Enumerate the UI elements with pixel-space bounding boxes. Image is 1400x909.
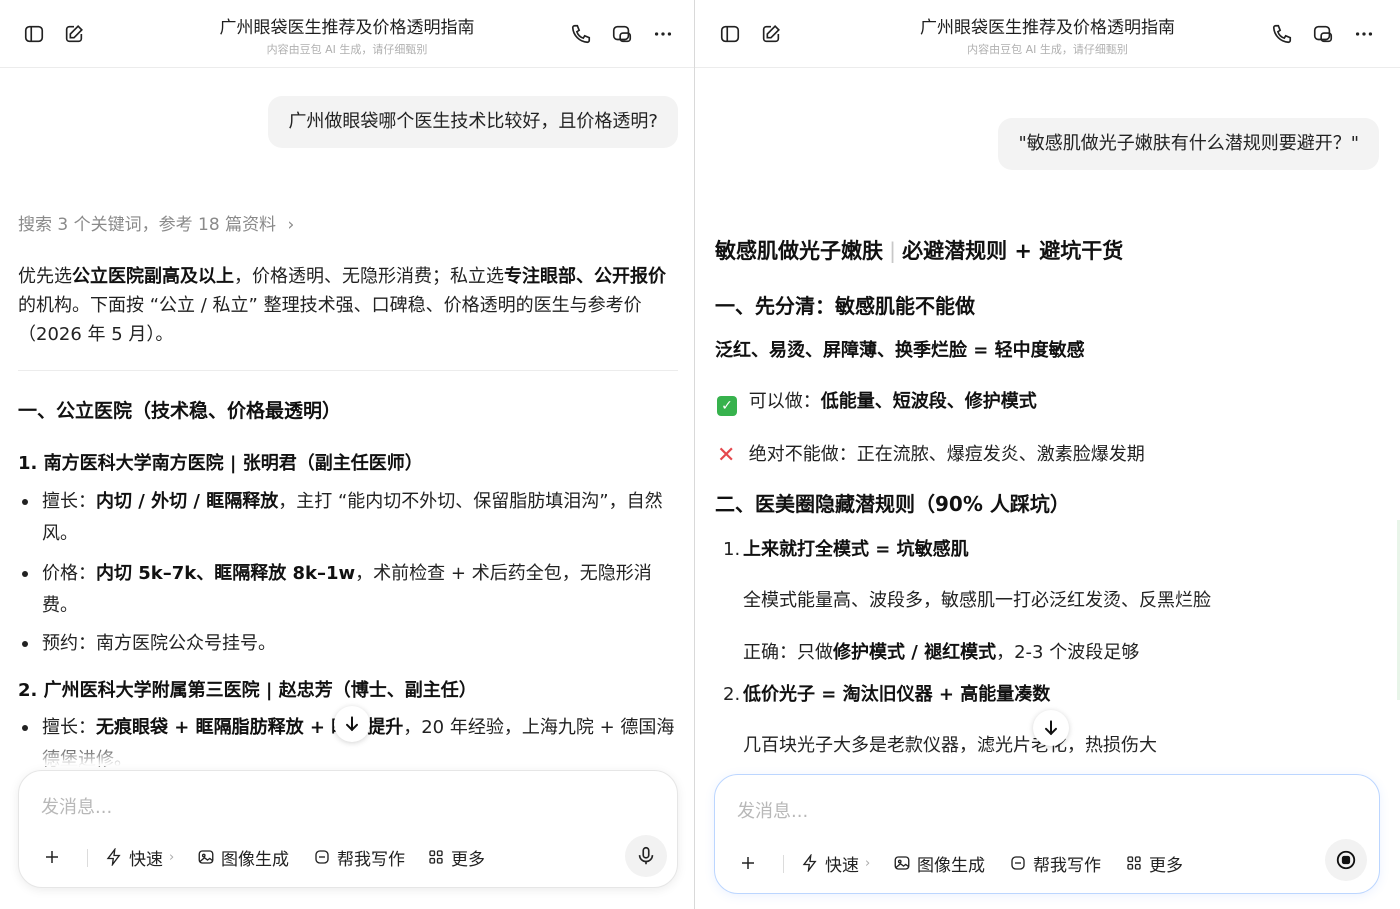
content-fade: [0, 742, 694, 766]
message-composer: 发消息... 快速 › 图像生成 帮我写作 更多: [18, 770, 678, 888]
phone-icon[interactable]: [1270, 22, 1294, 46]
page-title: 广州眼袋医生推荐及价格透明指南: [920, 18, 1175, 38]
doctor-heading: 2. 广州医科大学附属第三医院 | 赵忠芳（博士、副主任）: [18, 680, 477, 701]
image-generation-button[interactable]: 图像生成: [197, 843, 289, 871]
writing-assist-button[interactable]: 帮我写作: [1009, 849, 1101, 877]
microphone-icon: [638, 846, 654, 865]
plus-icon: [742, 857, 754, 869]
more-tools-button[interactable]: 更多: [427, 843, 485, 871]
top-bar: 广州眼袋医生推荐及价格透明指南 内容由豆包 AI 生成，请仔细甄别: [0, 0, 694, 68]
top-bar: 广州眼袋医生推荐及价格透明指南 内容由豆包 AI 生成，请仔细甄别: [695, 0, 1400, 68]
search-meta-text: 搜索 3 个关键词，参考 18 篇资料: [18, 215, 277, 235]
share-window-icon[interactable]: [1311, 22, 1335, 46]
list-item: 擅长：内切 / 外切 / 眶隔释放，主打 “能内切不外切、保留脂肪填泪沟”，自然…: [18, 486, 678, 550]
fast-mode-button[interactable]: 快速 ›: [801, 849, 870, 877]
lightning-icon: [106, 848, 121, 866]
separator: [783, 855, 784, 873]
lightning-icon: [802, 854, 817, 872]
right-chat-pane: 广州眼袋医生推荐及价格透明指南 内容由豆包 AI 生成，请仔细甄别 "敏感肌做光…: [695, 0, 1400, 909]
scroll-down-button[interactable]: [334, 706, 370, 742]
rule-heading: 1. 上来就打全模式 = 坑敏感肌: [723, 539, 969, 560]
can-do-line: ✓ 可以做：低能量、短波段、修护模式: [717, 386, 1037, 417]
rule-detail: 全模式能量高、波段多，敏感肌一打必泛红发烫、反黑烂脸: [743, 590, 1211, 611]
content-fade: [695, 750, 1400, 774]
user-message: "敏感肌做光子嫩肤有什么潜规则要避开？": [998, 118, 1379, 170]
writing-assist-button[interactable]: 帮我写作: [313, 843, 405, 871]
stop-icon: [1336, 850, 1356, 870]
plus-icon: [46, 851, 58, 863]
document-icon: [315, 850, 329, 864]
answer-intro: 优先选公立医院副高及以上，价格透明、无隐形消费；私立选专注眼部、公开报价的机构。…: [18, 266, 666, 345]
search-meta[interactable]: 搜索 3 个关键词，参考 18 篇资料 ›: [18, 210, 294, 235]
chevron-right-icon: ›: [287, 215, 295, 235]
cannot-do-line: ✕ 绝对不能做：正在流脓、爆痘发炎、激素脸爆发期: [717, 439, 1145, 471]
separator: [87, 849, 88, 867]
grid-icon: [1127, 856, 1141, 870]
arrow-down-icon: [1045, 720, 1057, 736]
doctor-heading: 1. 南方医科大学南方医院 | 张明君（副主任医师）: [18, 453, 423, 474]
more-options-icon[interactable]: [651, 22, 675, 46]
more-tools-button[interactable]: 更多: [1125, 849, 1183, 877]
arrow-down-icon: [346, 716, 358, 732]
message-input[interactable]: 发消息...: [737, 797, 808, 823]
document-icon: [1011, 856, 1025, 870]
section-heading: 一、先分清：敏感肌能不能做: [715, 294, 975, 318]
more-options-icon[interactable]: [1352, 22, 1376, 46]
image-icon: [198, 850, 214, 864]
voice-input-button[interactable]: [625, 835, 667, 877]
cross-icon: ✕: [717, 443, 736, 468]
list-item: 价格：内切 5k–7k、眶隔释放 8k–1w，术前检查 + 术后药全包，无隐形消…: [18, 558, 678, 622]
answer-title: 敏感肌做光子嫩肤 | 必避潜规则 + 避坑干货: [715, 239, 1124, 263]
list-item: 预约：南方医院公众号挂号。: [18, 628, 678, 660]
message-input[interactable]: 发消息...: [41, 793, 112, 819]
scroll-down-button[interactable]: [1033, 710, 1069, 746]
stop-recording-button[interactable]: [1325, 839, 1367, 881]
left-chat-pane: 广州眼袋医生推荐及价格透明指南 内容由豆包 AI 生成，请仔细甄别 广州做眼袋哪…: [0, 0, 694, 909]
user-message: 广州做眼袋哪个医生技术比较好，且价格透明?: [268, 96, 678, 148]
divider: [18, 370, 678, 371]
attach-button[interactable]: [739, 849, 757, 877]
check-icon: ✓: [717, 396, 737, 416]
image-generation-button[interactable]: 图像生成: [893, 849, 985, 877]
image-icon: [894, 856, 910, 870]
attach-button[interactable]: [43, 843, 61, 871]
phone-icon[interactable]: [569, 22, 593, 46]
sensitive-types: 泛红、易烫、屏障薄、换季烂脸 = 轻中度敏感: [715, 340, 1085, 361]
share-window-icon[interactable]: [610, 22, 634, 46]
fast-mode-button[interactable]: 快速 ›: [105, 843, 174, 871]
ai-disclaimer: 内容由豆包 AI 生成，请仔细甄别: [967, 43, 1128, 56]
rule-fix: 正确：只做修护模式 / 褪红模式，2-3 个波段足够: [743, 642, 1140, 663]
rule-heading: 2. 低价光子 = 淘汰旧仪器 + 高能量凑数: [723, 684, 1051, 705]
section-heading: 一、公立医院（技术稳、价格最透明）: [18, 400, 342, 422]
message-composer: 发消息... 快速 › 图像生成 帮我写作 更多: [714, 774, 1380, 894]
section-heading: 二、医美圈隐藏潜规则（90% 人踩坑）: [715, 492, 1070, 516]
grid-icon: [429, 850, 443, 864]
